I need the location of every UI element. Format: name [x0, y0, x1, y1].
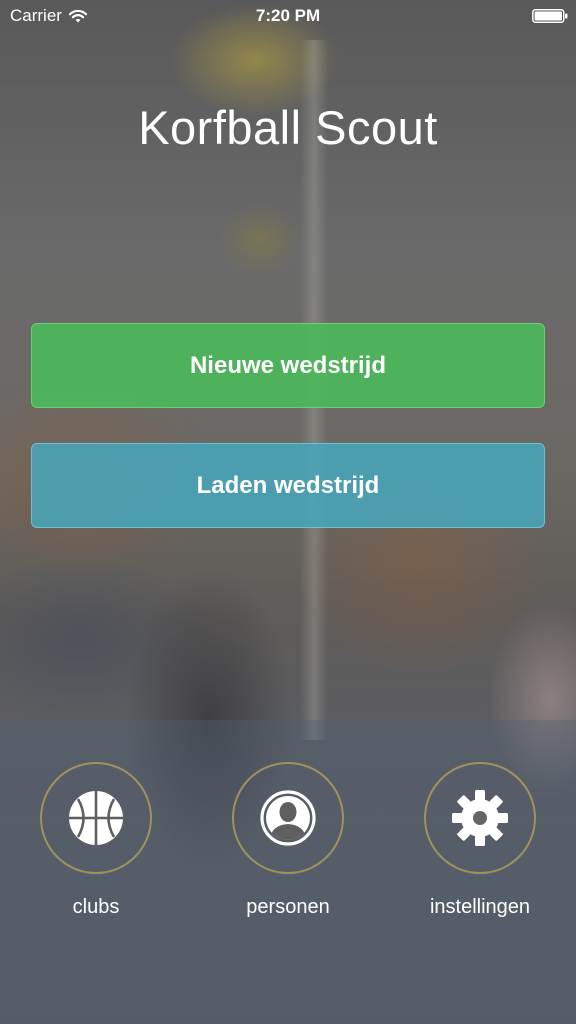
personen-circle[interactable] — [232, 762, 344, 874]
nav-instellingen[interactable]: instellingen — [400, 762, 560, 919]
gear-icon — [452, 790, 508, 846]
status-bar: Carrier 7:20 PM — [0, 0, 576, 32]
instellingen-circle[interactable] — [424, 762, 536, 874]
nav-clubs[interactable]: clubs — [16, 762, 176, 919]
app-title: Korfball Scout — [138, 101, 438, 154]
new-match-button[interactable]: Nieuwe wedstrijd — [31, 323, 545, 408]
status-time: 7:20 PM — [255, 6, 321, 25]
basketball-icon — [69, 791, 123, 845]
load-match-button[interactable]: Laden wedstrijd — [31, 443, 545, 528]
personen-label: personen — [246, 896, 330, 918]
instellingen-label: instellingen — [429, 896, 531, 918]
battery-icon — [532, 9, 568, 23]
nav-personen[interactable]: personen — [208, 762, 368, 919]
clubs-label: clubs — [72, 896, 120, 918]
person-icon — [260, 790, 316, 846]
clubs-circle[interactable] — [40, 762, 152, 874]
